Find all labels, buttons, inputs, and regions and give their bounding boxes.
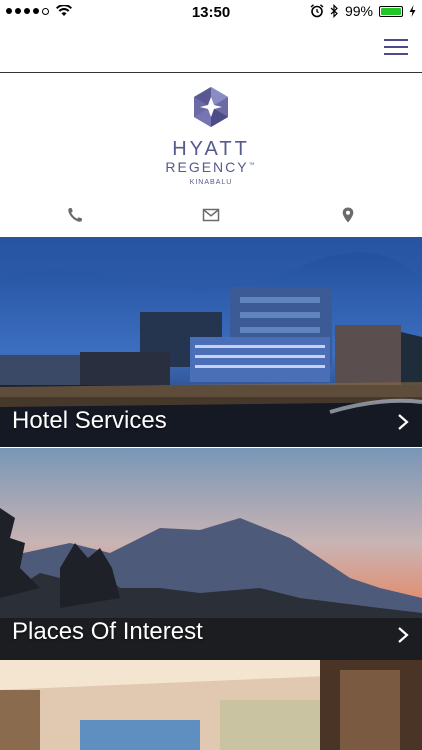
hotel-room-photo bbox=[0, 660, 422, 750]
bluetooth-icon bbox=[330, 4, 338, 18]
chevron-right-icon bbox=[398, 627, 409, 643]
mail-icon[interactable] bbox=[202, 206, 220, 224]
places-of-interest-label: Places Of Interest bbox=[12, 618, 203, 645]
hotel-logo: HYATT REGENCY™ KINABALU bbox=[0, 85, 422, 186]
location-pin-icon[interactable] bbox=[339, 206, 357, 224]
brand-name: HYATT bbox=[172, 138, 250, 160]
sub-brand-name: REGENCY bbox=[165, 159, 249, 175]
sub-brand-line: REGENCY™ bbox=[0, 159, 422, 175]
room-tile[interactable] bbox=[0, 660, 422, 750]
phone-icon[interactable] bbox=[66, 206, 84, 224]
trademark-symbol: ™ bbox=[248, 162, 257, 169]
hotel-services-label: Hotel Services bbox=[12, 407, 167, 434]
battery-icon bbox=[379, 5, 403, 17]
status-bar: 13:50 99% bbox=[0, 0, 422, 24]
alarm-icon bbox=[310, 4, 324, 18]
hotel-services-tile[interactable]: Hotel Services bbox=[0, 237, 422, 447]
chevron-right-icon bbox=[398, 414, 409, 430]
hamburger-menu-icon[interactable] bbox=[384, 39, 408, 57]
top-navigation-bar bbox=[0, 24, 422, 73]
charging-icon bbox=[409, 5, 416, 17]
hyatt-logo-mark bbox=[194, 87, 228, 127]
places-of-interest-tile[interactable]: Places Of Interest bbox=[0, 448, 422, 660]
hotel-city: KINABALU bbox=[189, 179, 233, 186]
battery-percent: 99% bbox=[344, 3, 373, 19]
contact-actions bbox=[0, 204, 422, 228]
